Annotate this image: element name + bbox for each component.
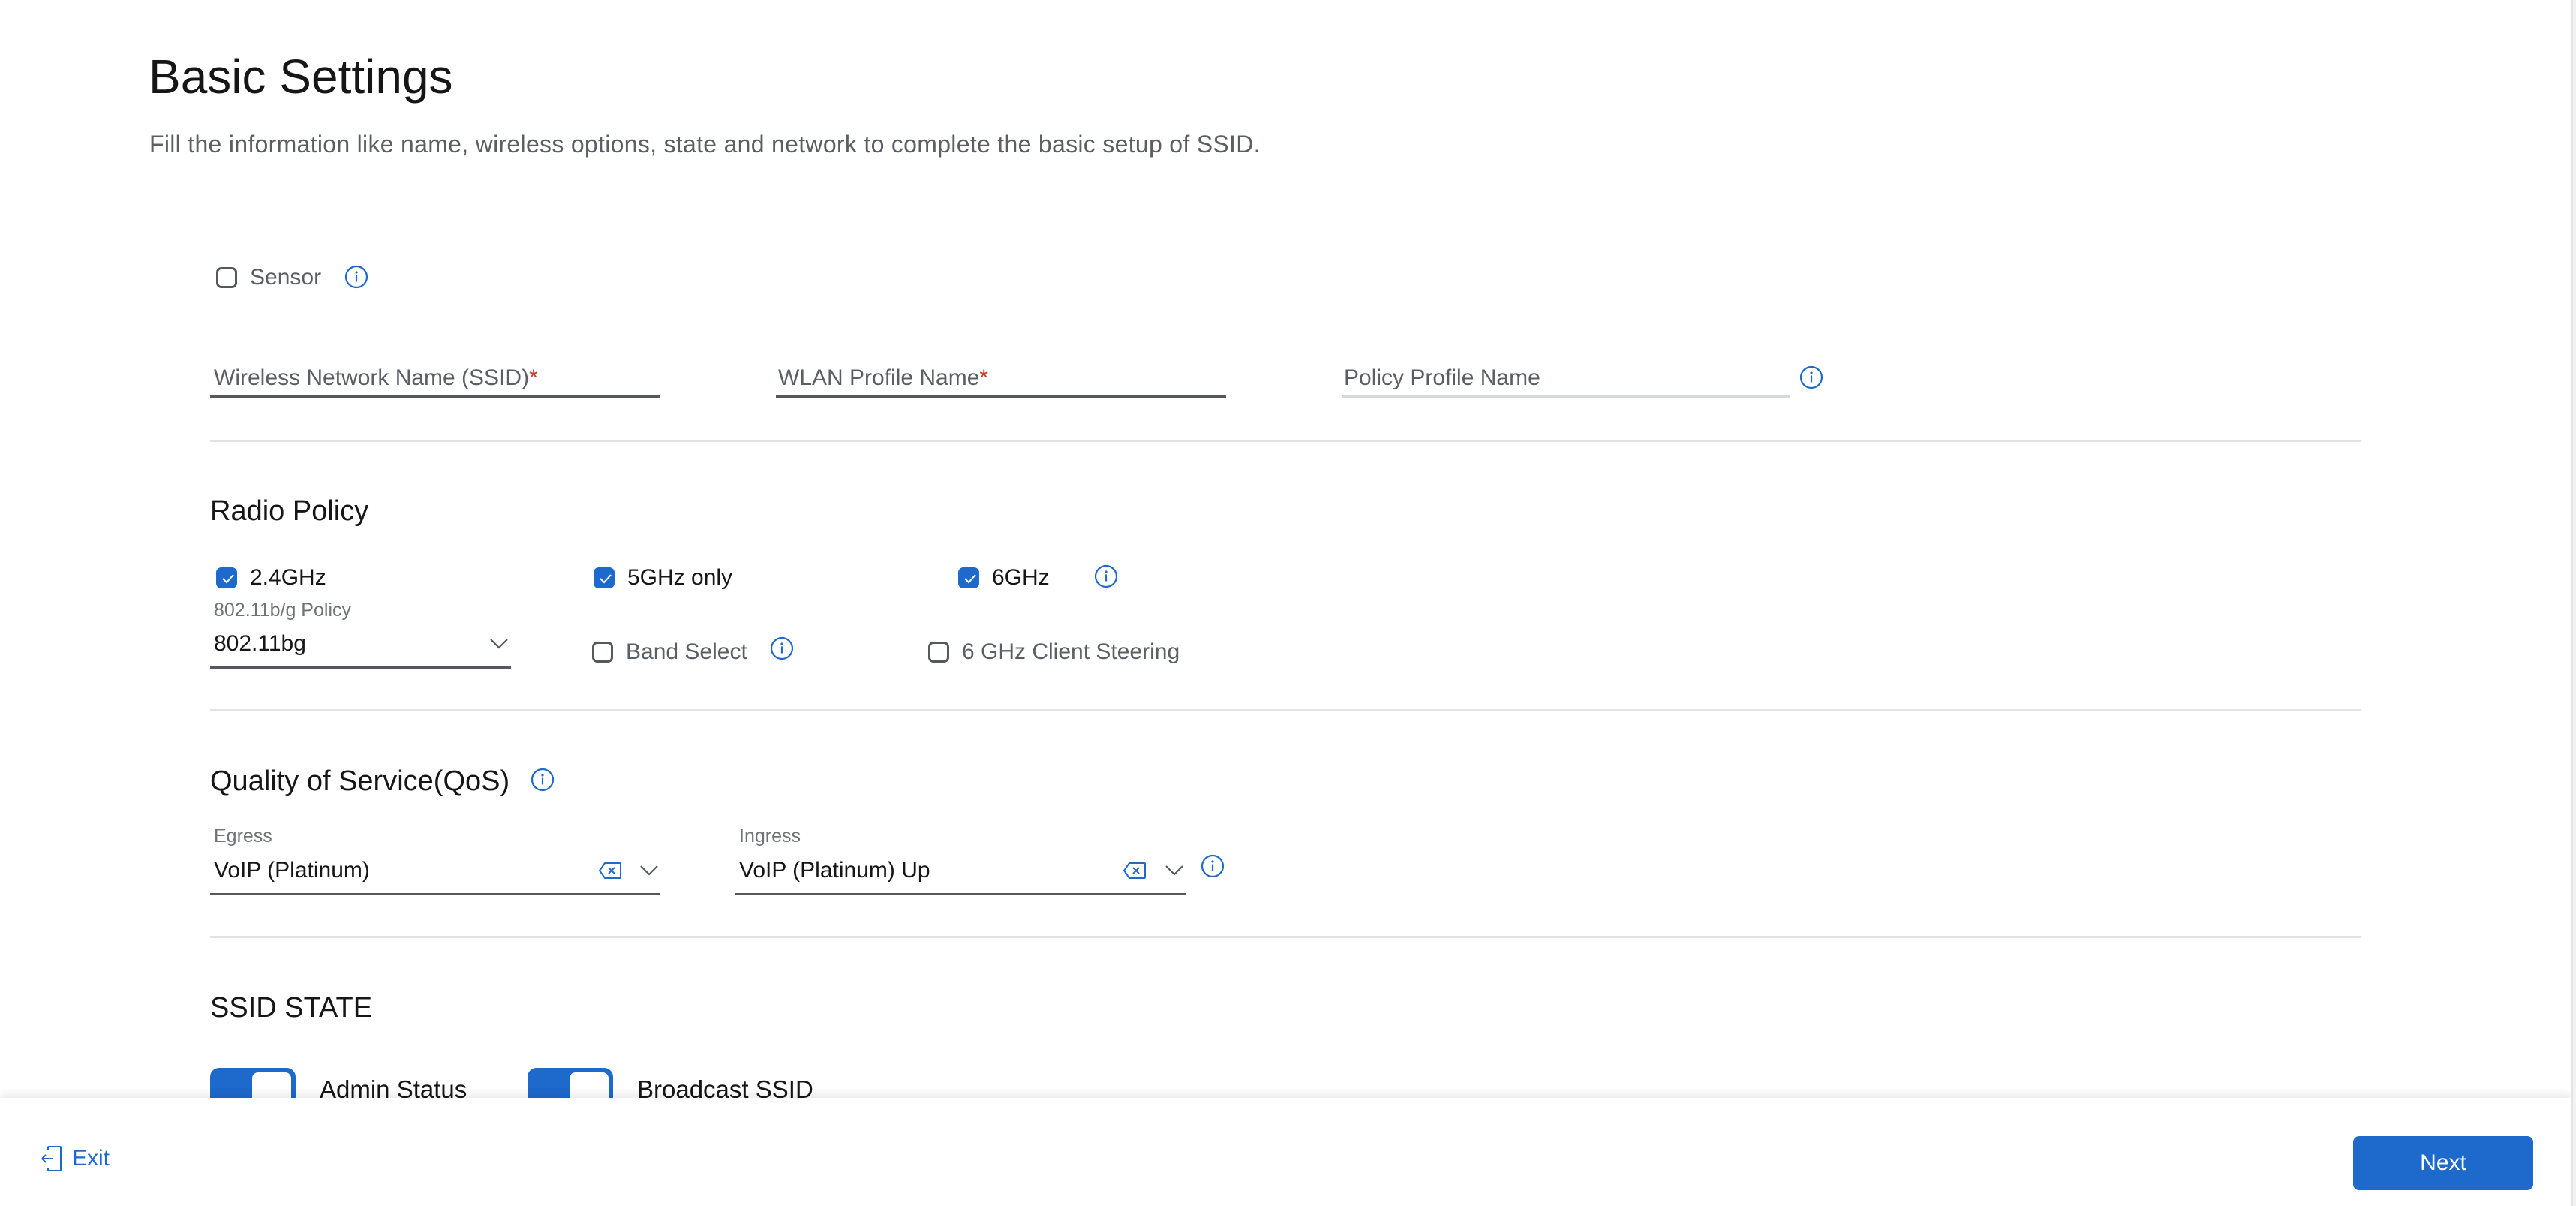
exit-icon (41, 1146, 62, 1171)
policy-select[interactable]: 802.11bg (214, 630, 306, 657)
info-icon[interactable] (1201, 854, 1225, 878)
page-title: Basic Settings (149, 50, 453, 104)
next-button[interactable]: Next (2353, 1136, 2533, 1190)
wlan-profile-placeholder: WLAN Profile Name (778, 365, 980, 390)
ssid-input[interactable]: Wireless Network Name (SSID)* (214, 365, 538, 392)
info-icon[interactable] (344, 265, 368, 289)
exit-label: Exit (72, 1146, 110, 1171)
section-divider (210, 440, 2361, 442)
wlan-profile-underline (776, 395, 1226, 398)
policy-select-label: 802.11b/g Policy (214, 600, 351, 621)
chevron-down-icon[interactable] (489, 638, 509, 650)
ssid-placeholder: Wireless Network Name (SSID) (214, 365, 530, 390)
exit-button[interactable]: Exit (41, 1144, 110, 1174)
radio-policy-title: Radio Policy (210, 495, 369, 527)
band-24-label: 2.4GHz (250, 565, 326, 590)
client-steering-label: 6 GHz Client Steering (962, 639, 1180, 664)
chevron-down-icon[interactable] (1165, 865, 1184, 877)
band-24-checkbox[interactable] (216, 567, 237, 588)
check-icon (964, 574, 976, 584)
footer-bar (0, 1098, 2571, 1206)
check-icon (600, 574, 612, 584)
band-5-label: 5GHz only (627, 565, 733, 590)
ssid-underline (210, 395, 660, 398)
policy-profile-placeholder: Policy Profile Name (1344, 365, 1540, 390)
ingress-underline (735, 893, 1186, 895)
scrollbar[interactable] (2571, 0, 2576, 1206)
info-icon[interactable] (1799, 365, 1823, 389)
wlan-profile-input[interactable]: WLAN Profile Name* (778, 365, 988, 392)
policy-profile-underline (1342, 395, 1790, 398)
chevron-down-icon[interactable] (639, 865, 659, 877)
client-steering-checkbox[interactable] (928, 642, 949, 663)
section-divider (210, 936, 2361, 938)
required-mark: * (529, 365, 538, 390)
page-subtitle: Fill the information like name, wireless… (149, 131, 1261, 158)
section-divider (210, 709, 2361, 711)
ingress-label: Ingress (739, 826, 801, 847)
clear-icon[interactable] (598, 862, 622, 880)
band-6-checkbox[interactable] (958, 567, 979, 588)
policy-select-underline (210, 666, 511, 669)
band-select-label: Band Select (626, 639, 747, 664)
sensor-checkbox[interactable] (216, 267, 237, 288)
info-icon[interactable] (1094, 564, 1118, 588)
check-icon (222, 574, 234, 584)
sensor-label: Sensor (250, 265, 322, 290)
ssid-state-title: SSID STATE (210, 992, 373, 1024)
egress-label: Egress (214, 826, 272, 847)
clear-icon[interactable] (1123, 862, 1147, 880)
ingress-select[interactable]: VoIP (Platinum) Up (739, 857, 930, 884)
band-6-label: 6GHz (992, 565, 1050, 590)
qos-title: Quality of Service(QoS) (210, 765, 510, 797)
egress-underline (210, 893, 660, 895)
band-select-checkbox[interactable] (592, 642, 613, 663)
policy-profile-input[interactable]: Policy Profile Name (1344, 365, 1540, 392)
band-5-checkbox[interactable] (594, 567, 615, 588)
info-icon[interactable] (531, 768, 555, 792)
info-icon[interactable] (770, 636, 794, 660)
egress-select[interactable]: VoIP (Platinum) (214, 857, 370, 884)
required-mark: * (979, 365, 989, 390)
